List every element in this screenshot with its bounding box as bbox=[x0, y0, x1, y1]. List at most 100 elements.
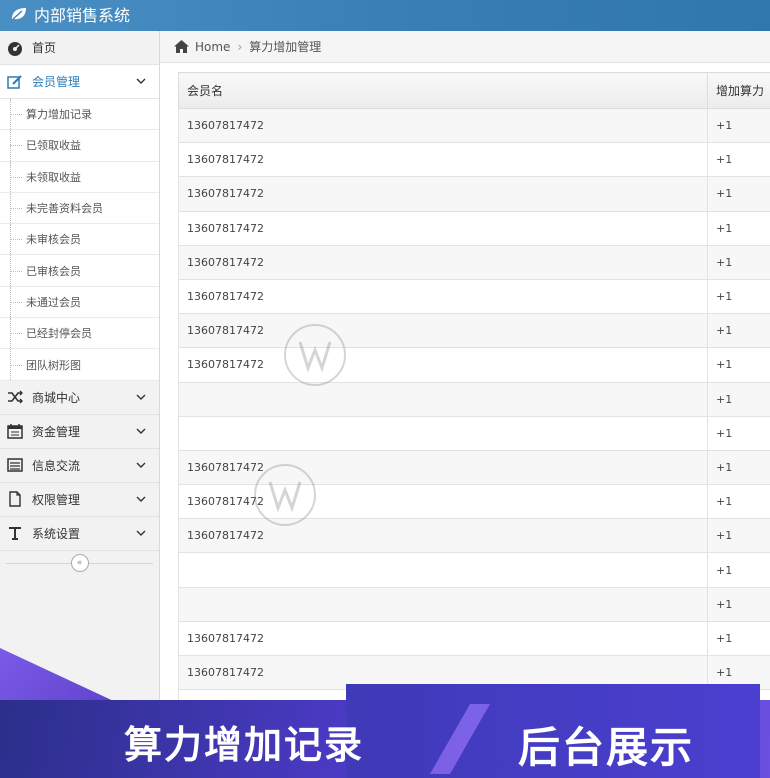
records-table-container: 会员名 增加算力 13607817472 +1 13607817472 +1 13607… bbox=[178, 72, 770, 778]
table-body: 13607817472 +1 13607817472 +1 13607817472 +1 1… bbox=[178, 107, 770, 759]
cell-power-added: +1 bbox=[707, 552, 770, 588]
cell-power-added: +1 bbox=[707, 484, 770, 520]
cell-member-name bbox=[178, 552, 708, 588]
sidebar-item-label: 会员管理 bbox=[32, 75, 81, 89]
sidebar-subitem[interactable]: 已经封停会员 bbox=[0, 318, 159, 350]
sidebar-subitem[interactable]: 未完善资料会员 bbox=[0, 192, 159, 225]
cell-member-name: 13607817472 bbox=[178, 244, 708, 280]
sidebar-item-label: 权限管理 bbox=[32, 492, 81, 507]
table-row: 13607817472+1 bbox=[178, 620, 770, 657]
cell-power-added: +1 bbox=[707, 620, 770, 657]
sidebar-item-label: 资金管理 bbox=[32, 424, 81, 439]
sidebar-subitem[interactable]: 已审核会员 bbox=[0, 255, 159, 287]
sidebar-submenu-members: 算力增加记录 已领取收益 未领取收益 未完善资料会员 未审核会员 已审核会员 未… bbox=[0, 99, 159, 381]
cell-power-added: +1 bbox=[707, 107, 770, 144]
sidebar-collapse-row: « bbox=[0, 551, 159, 575]
sidebar-subitem[interactable]: 已领取收益 bbox=[0, 130, 159, 162]
chevron-down-icon bbox=[136, 496, 146, 502]
cell-power-added: +1 bbox=[707, 347, 770, 383]
table-row: +1 bbox=[178, 552, 770, 588]
cell-member-name: 13607817472 bbox=[178, 176, 708, 212]
chevron-down-icon bbox=[136, 78, 146, 84]
sidebar-item-messages[interactable]: 信息交流 bbox=[0, 449, 159, 483]
calendar-icon bbox=[6, 422, 24, 440]
edit-icon bbox=[6, 73, 24, 91]
file-icon bbox=[6, 490, 24, 508]
sidebar-item-label: 信息交流 bbox=[32, 458, 81, 473]
cell-power-added: +1 bbox=[707, 278, 770, 315]
table-row: 13607817472+1 bbox=[178, 347, 770, 383]
sidebar-subitem[interactable]: 算力增加记录 bbox=[0, 99, 159, 131]
chevron-down-icon bbox=[136, 428, 146, 434]
sidebar-item-permissions[interactable]: 权限管理 bbox=[0, 483, 159, 517]
table-row: +1 bbox=[178, 586, 770, 622]
sidebar-item-members[interactable]: 会员管理 bbox=[0, 65, 159, 99]
column-header-power[interactable]: 增加算力 bbox=[707, 72, 770, 109]
cell-power-added: +1 bbox=[707, 142, 770, 178]
table-row: 13607817472+1 bbox=[178, 210, 770, 246]
table-header-row: 会员名 增加算力 bbox=[178, 72, 770, 109]
cell-member-name: 13607817472 bbox=[178, 449, 708, 486]
cell-member-name: 13607817472 bbox=[178, 107, 708, 144]
text-icon bbox=[6, 524, 24, 542]
sidebar-subitem[interactable]: 未通过会员 bbox=[0, 286, 159, 319]
cell-power-added: +1 bbox=[707, 210, 770, 246]
cell-member-name: 13607817472 bbox=[178, 210, 708, 246]
breadcrumb-current: 算力增加管理 bbox=[249, 40, 322, 54]
banner-slash-decoration bbox=[430, 704, 490, 774]
table-row: 13607817472+1 bbox=[178, 107, 770, 144]
table-row: 13607817472+1 bbox=[178, 278, 770, 315]
breadcrumb-home[interactable]: Home bbox=[195, 40, 230, 54]
banner-title-left: 算力增加记录 bbox=[124, 723, 365, 767]
home-icon bbox=[174, 40, 189, 53]
sidebar-item-home[interactable]: 首页 bbox=[0, 31, 159, 65]
cell-power-added: +1 bbox=[707, 381, 770, 417]
leaf-icon bbox=[12, 8, 26, 20]
chevron-down-icon bbox=[136, 394, 146, 400]
cell-power-added: +1 bbox=[707, 415, 770, 451]
cell-member-name: 13607817472 bbox=[178, 313, 708, 349]
table-row: +1 bbox=[178, 415, 770, 451]
sidebar-item-label: 商城中心 bbox=[32, 390, 81, 405]
banner-title-right: 后台展示 bbox=[518, 723, 695, 772]
column-header-member[interactable]: 会员名 bbox=[178, 72, 708, 109]
table-row: 13607817472+1 bbox=[178, 484, 770, 520]
table-row: 13607817472+1 bbox=[178, 142, 770, 178]
records-table: 会员名 增加算力 13607817472 +1 13607817472 +1 13607… bbox=[178, 72, 770, 759]
dashboard-icon bbox=[6, 39, 24, 57]
cell-power-added: +1 bbox=[707, 176, 770, 212]
cell-power-added: +1 bbox=[707, 313, 770, 349]
double-chevron-left-icon[interactable]: « bbox=[70, 553, 89, 572]
chevron-down-icon bbox=[136, 530, 146, 536]
sidebar-item-funds[interactable]: 资金管理 bbox=[0, 415, 159, 449]
app-brand[interactable]: 内部销售系统 bbox=[10, 2, 130, 26]
cell-power-added: +1 bbox=[707, 518, 770, 554]
cell-member-name bbox=[178, 415, 708, 451]
table-row: 13607817472+1 bbox=[178, 313, 770, 349]
sidebar-item-label: 首页 bbox=[32, 41, 57, 55]
app-title: 内部销售系统 bbox=[34, 6, 131, 25]
cell-power-added: +1 bbox=[707, 449, 770, 486]
sidebar-subitem[interactable]: 团队树形图 bbox=[0, 349, 159, 381]
sidebar-item-mall[interactable]: 商城中心 bbox=[0, 381, 159, 415]
table-row: 13607817472+1 bbox=[178, 176, 770, 212]
chevron-down-icon bbox=[136, 462, 146, 468]
cell-member-name bbox=[178, 586, 708, 622]
table-row: 13607817472+1 bbox=[178, 449, 770, 486]
cell-member-name: 13607817472 bbox=[178, 142, 708, 178]
table-row: 13607817472+1 bbox=[178, 244, 770, 280]
sidebar-item-settings[interactable]: 系统设置 bbox=[0, 517, 159, 551]
cell-member-name: 13607817472 bbox=[178, 278, 708, 315]
sidebar-subitem[interactable]: 未领取收益 bbox=[0, 161, 159, 193]
table-row: 13607817472+1 bbox=[178, 518, 770, 554]
cell-power-added: +1 bbox=[707, 586, 770, 622]
cell-member-name: 13607817472 bbox=[178, 484, 708, 520]
shuffle-icon bbox=[6, 388, 24, 406]
breadcrumb-separator: › bbox=[237, 39, 243, 54]
table-row: +1 bbox=[178, 381, 770, 417]
cell-member-name: 13607817472 bbox=[178, 620, 708, 657]
cell-member-name bbox=[178, 381, 708, 417]
sidebar-item-label: 系统设置 bbox=[32, 526, 81, 541]
sidebar-subitem[interactable]: 未审核会员 bbox=[0, 224, 159, 256]
list-icon bbox=[6, 456, 24, 474]
